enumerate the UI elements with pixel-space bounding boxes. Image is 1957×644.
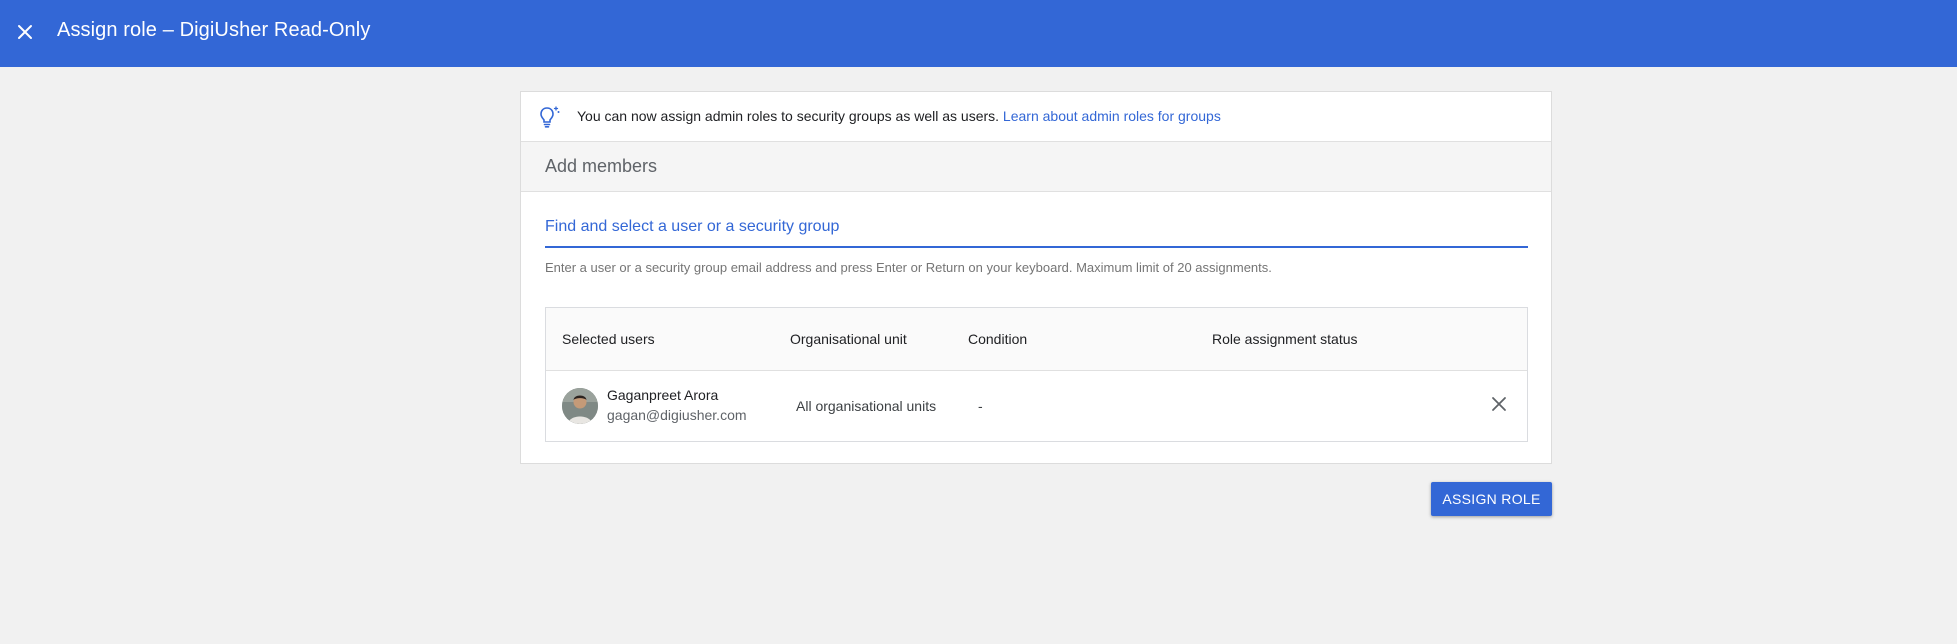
info-banner: You can now assign admin roles to securi… bbox=[521, 92, 1551, 142]
lightbulb-icon bbox=[540, 106, 560, 128]
learn-more-link[interactable]: Learn about admin roles for groups bbox=[1003, 108, 1221, 124]
table-row: Gaganpreet Arora gagan@digiusher.com All… bbox=[546, 371, 1527, 441]
page-title: Assign role – DigiUsher Read-Only bbox=[57, 19, 371, 41]
avatar bbox=[562, 388, 598, 424]
banner-message: You can now assign admin roles to securi… bbox=[577, 108, 1221, 124]
column-header-status: Role assignment status bbox=[1212, 331, 1358, 347]
column-header-selected-users: Selected users bbox=[562, 331, 655, 347]
selected-members-table: Selected users Organisational unit Condi… bbox=[545, 307, 1528, 442]
org-unit-cell: All organisational units bbox=[796, 398, 937, 414]
column-header-condition: Condition bbox=[968, 331, 1028, 347]
section-title: Add members bbox=[545, 156, 658, 176]
close-icon bbox=[18, 25, 32, 39]
app-bar: Assign role – DigiUsher Read-Only bbox=[0, 0, 1957, 67]
column-header-org-unit: Organisational unit bbox=[790, 331, 907, 347]
section-header: Add members bbox=[521, 142, 1551, 192]
user-photo-icon bbox=[562, 388, 598, 424]
close-icon bbox=[1492, 397, 1506, 411]
assign-role-card: You can now assign admin roles to securi… bbox=[520, 91, 1552, 464]
user-name: Gaganpreet Arora bbox=[607, 387, 719, 403]
condition-cell: - bbox=[978, 398, 983, 414]
close-button[interactable] bbox=[12, 19, 38, 45]
search-field bbox=[545, 214, 1528, 248]
remove-member-button[interactable] bbox=[1486, 391, 1512, 417]
search-hint: Enter a user or a security group email a… bbox=[545, 260, 1272, 275]
assign-role-button[interactable]: ASSIGN ROLE bbox=[1431, 482, 1552, 516]
banner-text: You can now assign admin roles to securi… bbox=[577, 108, 1000, 124]
member-search-input[interactable] bbox=[545, 218, 1528, 236]
table-header: Selected users Organisational unit Condi… bbox=[546, 308, 1527, 371]
user-email: gagan@digiusher.com bbox=[607, 407, 747, 423]
